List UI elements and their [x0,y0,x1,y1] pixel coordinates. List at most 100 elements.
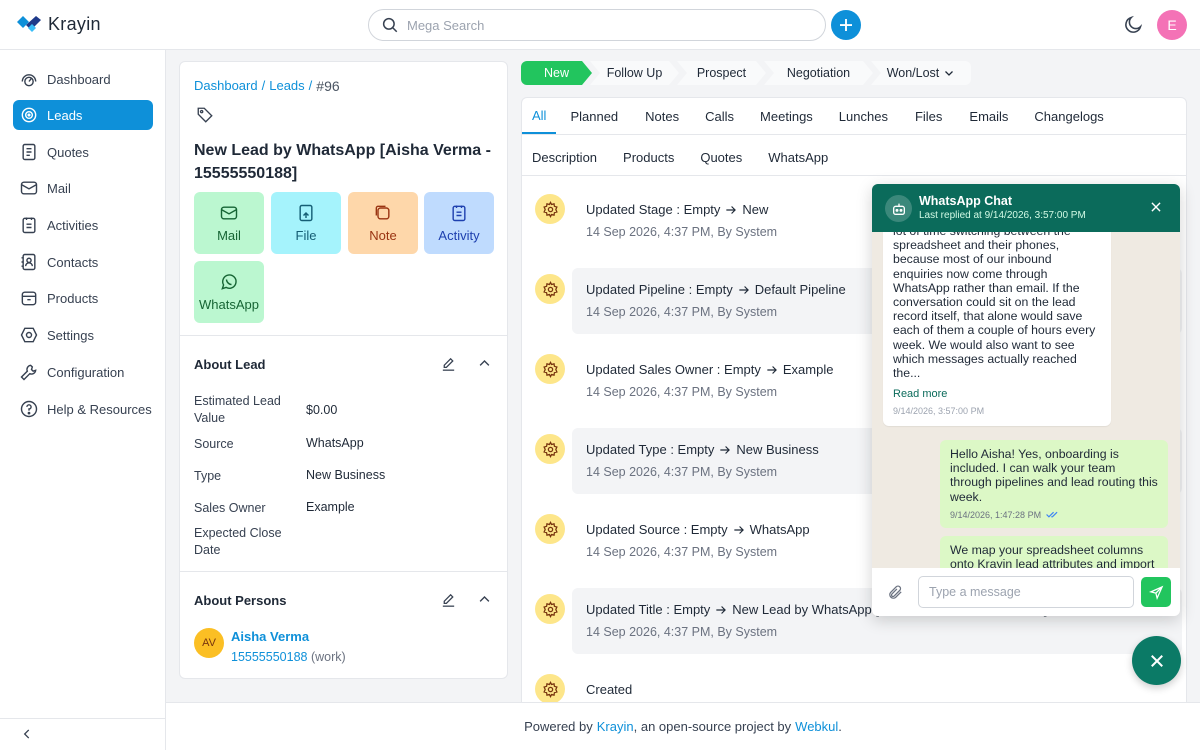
chat-messages[interactable]: lot of time switching between the spread… [872,232,1180,568]
dark-mode-toggle[interactable] [1123,14,1144,38]
arrow-right-icon [739,285,749,294]
chat-close-button[interactable] [1149,200,1163,217]
field-value: WhatsApp [306,436,364,450]
user-avatar[interactable]: E [1157,10,1187,40]
leads-icon [21,107,37,123]
mega-search[interactable] [368,9,826,41]
whatsapp-action-button[interactable]: WhatsApp [194,261,264,323]
sidebar-item-configuration[interactable]: Configuration [13,357,153,387]
action-label: Mail [217,228,241,243]
system-activity-icon [535,674,565,702]
sidebar-item-mail[interactable]: Mail [13,173,153,203]
read-more-link[interactable]: Read more [893,388,1101,400]
sidebar: Dashboard Leads Quotes Mail Activities C… [0,50,166,750]
sidebar-item-label: Products [47,290,99,306]
tab-products[interactable]: Products [607,139,690,175]
sidebar-item-label: Configuration [47,364,125,380]
chevron-up-icon[interactable] [477,592,492,607]
tab-planned[interactable]: Planned [556,98,632,134]
stage-follow-up[interactable]: Follow Up [590,61,679,85]
tab-emails[interactable]: Emails [956,98,1021,134]
attach-button[interactable] [887,584,904,604]
app-name: Krayin [48,14,101,34]
breadcrumb-leads[interactable]: Leads [269,78,304,94]
stage-negotiation[interactable]: Negotiation [764,61,873,85]
sidebar-item-products[interactable]: Products [13,283,153,313]
close-chat-fab[interactable] [1132,636,1181,685]
stage-new[interactable]: New [521,61,592,85]
edit-icon[interactable] [440,592,457,609]
tab-meetings[interactable]: Meetings [747,98,826,134]
sidebar-item-contacts[interactable]: Contacts [13,247,153,277]
tab-changelogs[interactable]: Changelogs [1021,98,1116,134]
sidebar-item-settings[interactable]: Settings [13,320,153,350]
arrow-right-icon [726,205,737,214]
stage-won-lost[interactable]: Won/Lost [871,61,971,85]
mail-action-button[interactable]: Mail [194,192,264,254]
file-action-button[interactable]: File [271,192,341,254]
tab-files[interactable]: Files [901,98,956,134]
person-phone[interactable]: 15555550188 (work) [231,650,346,664]
chevron-down-icon [945,71,954,76]
breadcrumb-dashboard[interactable]: Dashboard [194,78,258,94]
send-icon [1148,585,1163,600]
field-label: Type [194,469,222,483]
activity-change: Updated Type : Empty [586,442,715,457]
sidebar-item-quotes[interactable]: Quotes [13,137,153,167]
person-phone-number[interactable]: 15555550188 [231,650,307,664]
edit-icon[interactable] [440,356,457,373]
field-value: New Business [306,468,386,482]
activity-meta: 14 Sep 2026, 4:37 PM, By System [586,225,778,239]
activity-change: Updated Source : Empty [586,522,728,537]
tab-calls[interactable]: Calls [692,98,747,134]
divider [180,571,507,572]
tab-whatsapp[interactable]: WhatsApp [752,139,844,175]
breadcrumb-separator: / [261,78,266,93]
message-text: lot of time switching between the spread… [893,232,1096,381]
tag-icon[interactable] [196,106,214,127]
contacts-icon [21,253,36,271]
lead-info-panel: Dashboard / Leads / #96 New Lead by What… [179,61,508,679]
double-check-icon [1046,512,1058,518]
search-input[interactable] [407,17,807,33]
sidebar-item-leads[interactable]: Leads [13,100,153,130]
sidebar-item-dashboard[interactable]: Dashboard [13,64,153,94]
footer: Powered by Krayin, an open-source projec… [166,702,1200,750]
send-button[interactable] [1141,577,1171,607]
activity-meta: 14 Sep 2026, 4:37 PM, By System [586,385,778,399]
activity-title: Updated Type : Empty New Business [586,442,819,457]
activity-action-button[interactable]: Activity [424,192,494,254]
footer-suffix: . [838,719,842,734]
message-input[interactable] [918,576,1134,608]
arrow-right-icon [767,365,777,374]
activity-new-value: WhatsApp [749,522,810,537]
person-phone-type: (work) [310,650,346,664]
tab-notes[interactable]: Notes [632,98,692,134]
note-icon [375,205,390,220]
activity-change: Updated Sales Owner : Empty [586,362,761,377]
activity-new-value: Default Pipeline [754,282,846,297]
tab-quotes[interactable]: Quotes [690,139,752,175]
about-lead-controls [440,356,492,373]
quick-add-button[interactable] [831,10,861,40]
activity-title: Updated Source : Empty WhatsApp [586,522,810,537]
person-name-link[interactable]: Aisha Verma [231,629,309,644]
sidebar-collapse[interactable] [0,718,166,750]
tab-all[interactable]: All [522,98,557,134]
sidebar-item-help[interactable]: Help & Resources [13,394,153,424]
arrow-right-icon [733,525,744,534]
krayin-link[interactable]: Krayin [597,719,634,734]
krayin-logo[interactable]: Krayin [16,14,101,35]
sidebar-item-activities[interactable]: Activities [13,210,153,240]
webkul-link[interactable]: Webkul [795,719,838,734]
action-label: Note [369,228,397,243]
chevron-up-icon[interactable] [477,356,492,371]
tab-description[interactable]: Description [522,139,607,175]
arrow-right-icon [716,605,727,614]
tab-lunches[interactable]: Lunches [826,98,901,134]
field-label: Source [194,437,234,451]
field-value: Example [306,500,355,514]
message-meta: 9/14/2026, 1:47:28 PM [950,510,1159,520]
note-action-button[interactable]: Note [348,192,418,254]
stage-prospect[interactable]: Prospect [677,61,766,85]
